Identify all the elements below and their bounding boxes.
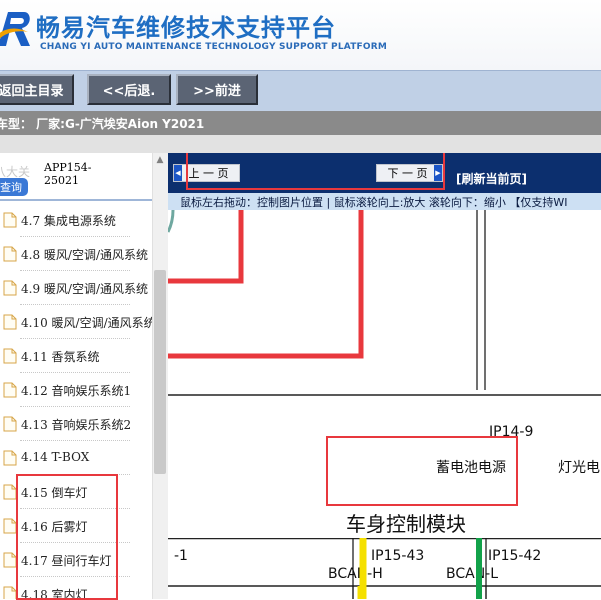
document-icon: [3, 212, 17, 228]
app-subtitle: CHANG YI AUTO MAINTENANCE TECHNOLOGY SUP…: [40, 42, 388, 52]
app-title: 畅易汽车维修技术支持平台: [36, 14, 336, 42]
header: 畅易汽车维修技术支持平台 CHANG YI AUTO MAINTENANCE T…: [0, 0, 601, 70]
document-icon: [3, 518, 17, 534]
tree-item[interactable]: 4.11 香氛系统: [0, 339, 152, 373]
document-icon: [3, 280, 17, 296]
tree-item-label: 4.11 香氛系统: [21, 350, 100, 364]
document-icon: [3, 450, 17, 466]
pin-label-1: IP15-43: [371, 548, 424, 564]
tree-scrollbar-thumb[interactable]: [154, 270, 166, 474]
model-bar: 车型： 厂家:G-广汽埃安Aion Y2021: [0, 111, 601, 135]
light-power-label: 灯光电: [558, 460, 600, 476]
document-icon: [3, 314, 17, 330]
hint-bar: 鼠标左右拖动：控制图片位置 | 鼠标滚轮向上:放大 滚轮向下：缩小 【仅支持WI: [168, 193, 601, 210]
logo-icon: [0, 12, 30, 46]
model-text: 车型： 厂家:G-广汽埃安Aion Y2021: [0, 117, 205, 131]
diagram-viewer: ◀ 上 一 页 下 一 页 ▶ [刷新当前页] 鼠标左右拖动：控制图片位置 | …: [168, 153, 601, 599]
tree-item-label: 4.14 T-BOX: [21, 450, 90, 464]
nav-bar: 返回主目录 <<后退. >>前进: [0, 70, 601, 112]
tree-item[interactable]: 4.9 暖风/空调/通风系统: [0, 271, 152, 305]
document-icon: [3, 484, 17, 500]
tree-item[interactable]: 4.12 音响娱乐系统1: [0, 373, 152, 407]
tree-item-label: 4.13 音响娱乐系统2: [21, 418, 132, 432]
refresh-page-link[interactable]: [刷新当前页]: [456, 170, 527, 187]
tree-item[interactable]: 4.13 音响娱乐系统2: [0, 407, 152, 441]
highlight-box-left: [16, 474, 118, 600]
tree-item-label: 4.7 集成电源系统: [21, 214, 116, 228]
back-button[interactable]: <<后退.: [87, 74, 171, 105]
tab-divider: [0, 199, 152, 201]
pin-label-layer: -1 IP15-43 IP15-42: [168, 538, 601, 599]
tree-item[interactable]: 4.7 集成电源系统: [0, 203, 152, 237]
tree-item[interactable]: 4.8 暖风/空调/通风系统: [0, 237, 152, 271]
pin-label-2: IP15-42: [488, 548, 541, 564]
wire-teal-fragment: [168, 210, 175, 233]
document-icon: [3, 246, 17, 262]
separator-band: [0, 135, 601, 153]
document-icon: [3, 382, 17, 398]
tree-item[interactable]: 4.14 T-BOX: [0, 441, 152, 475]
left-pin-label: -1: [174, 548, 188, 564]
document-icon: [3, 348, 17, 364]
document-icon: [3, 416, 17, 432]
tab-app[interactable]: APP154-25021: [44, 161, 92, 187]
hint-text: 鼠标左右拖动：控制图片位置 | 鼠标滚轮向上:放大 滚轮向下：缩小 【仅支持WI: [180, 196, 568, 209]
document-icon: [3, 552, 17, 568]
tree-item[interactable]: 4.10 暖风/空调/通风系统: [0, 305, 156, 339]
module-label: 车身控制模块: [346, 512, 466, 536]
home-button[interactable]: 返回主目录: [0, 74, 74, 105]
battery-power-label: 蓄电池电源: [436, 460, 506, 476]
tree-item-label: 4.12 音响娱乐系统1: [21, 384, 132, 398]
arrow-left-icon: ◀: [174, 165, 182, 181]
scroll-up-icon[interactable]: ▲: [152, 153, 168, 167]
highlight-box-top: [186, 153, 445, 190]
forward-button[interactable]: >>前进: [176, 74, 258, 105]
tree-item-label: 4.10 暖风/空调/通风系统: [21, 316, 156, 330]
tree-item-label: 4.9 暖风/空调/通风系统: [21, 282, 148, 296]
document-icon: [3, 586, 17, 599]
tab-query[interactable]: 查询: [0, 178, 28, 196]
wire-red-1: [168, 210, 244, 284]
tree-item-label: 4.8 暖风/空调/通风系统: [21, 248, 148, 262]
